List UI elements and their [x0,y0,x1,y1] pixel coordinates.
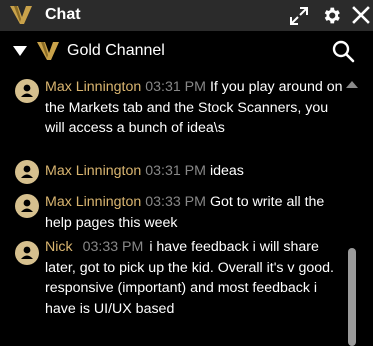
avatar [15,194,39,218]
channel-name[interactable]: Gold Channel [67,40,165,62]
close-icon[interactable] [350,4,372,26]
search-icon[interactable] [331,39,355,63]
user-icon [21,246,33,259]
message-text: Max Linnington 03:31 PM ideas [45,161,345,182]
message-item: Max Linnington 03:31 PM ideas [0,160,345,186]
avatar [15,241,39,265]
avatar [15,160,39,184]
gear-icon[interactable] [321,5,342,26]
caret-down-icon[interactable] [12,45,28,57]
message-time: 03:33 PM [145,194,206,210]
message-time: 03:33 PM [82,239,144,255]
channel-header: Gold Channel [0,31,373,71]
scroll-up-arrow-icon[interactable] [346,80,358,88]
message-item: Max Linnington 03:33 PM Got to write all t… [0,192,345,236]
message-author[interactable]: Nick [45,239,73,255]
v-logo-icon [10,6,32,24]
user-icon [21,199,33,212]
chat-titlebar: Chat [0,0,373,31]
message-text: Max Linnington 03:33 PM Got to write all t… [45,192,345,233]
user-icon [21,84,33,97]
message-author[interactable]: Max Linnington [45,194,141,210]
user-icon [21,165,33,178]
expand-icon[interactable] [289,6,309,26]
message-item: Max Linnington 03:31 PM If you play around… [0,73,345,157]
message-item: Nick 03:33 PM i have feedback i will share… [0,237,345,342]
message-author[interactable]: Max Linnington [45,163,141,179]
message-body: ideas [209,163,244,179]
message-text: Nick 03:33 PM i have feedback i will share… [45,237,345,319]
message-time: 03:31 PM [145,163,206,179]
message-time: 03:31 PM [145,79,206,95]
v-logo-icon [37,42,59,60]
message-scrollbar[interactable] [346,71,360,346]
message-list[interactable]: Max Linnington 03:31 PM If you play around… [0,71,345,346]
scroll-thumb[interactable] [348,248,356,346]
window-title: Chat [45,6,81,23]
message-author[interactable]: Max Linnington [45,79,141,95]
avatar [15,79,39,103]
message-text: Max Linnington 03:31 PM If you play around… [45,77,345,139]
chat-panel: Chat Gold Channel Max Linnington 03:31 P… [0,0,373,346]
